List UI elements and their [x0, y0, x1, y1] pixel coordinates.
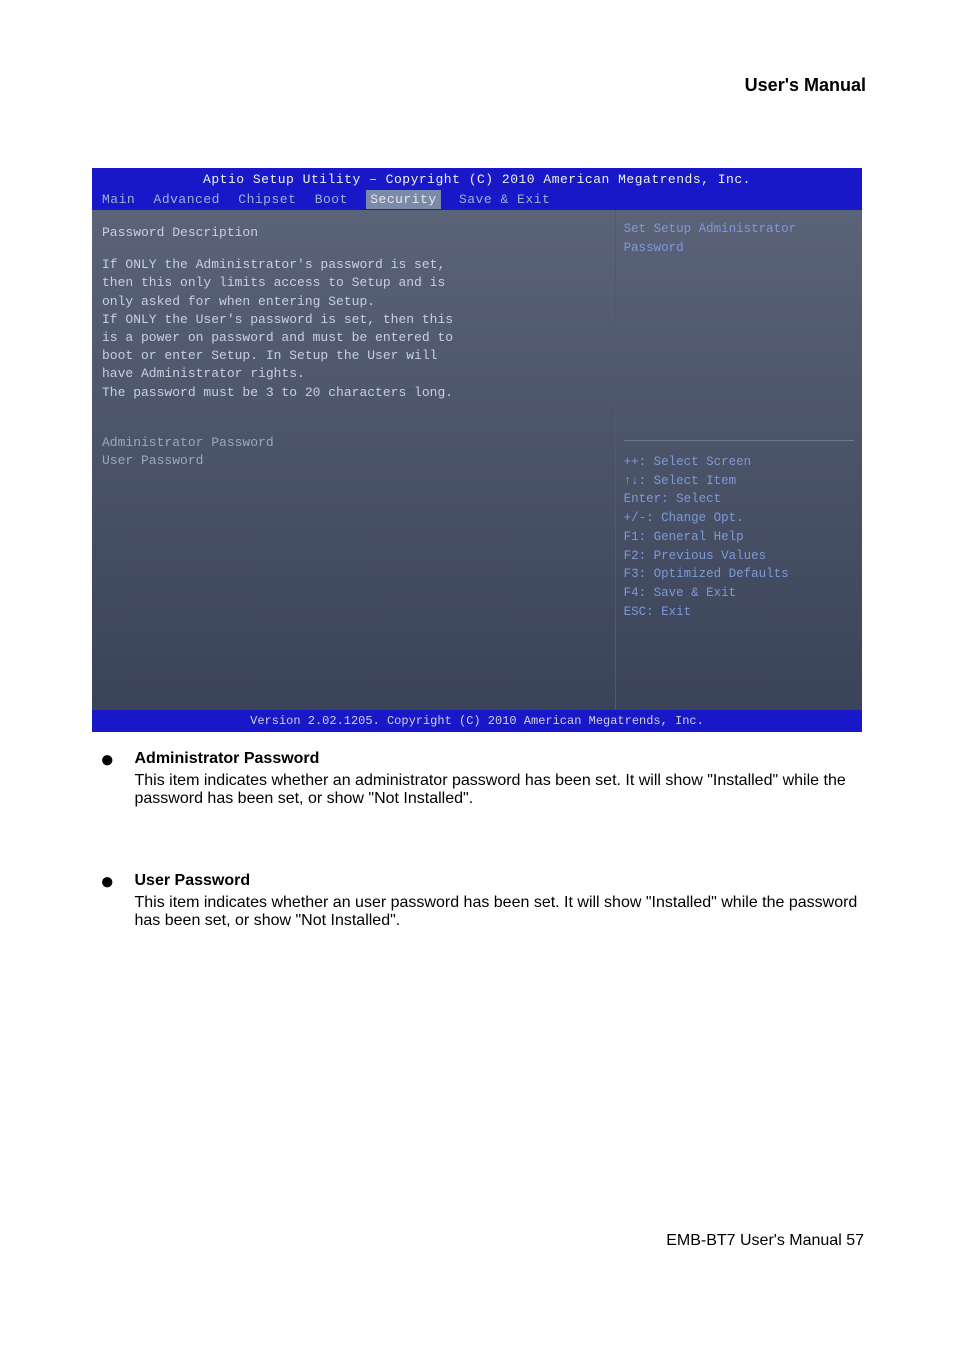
bullet-admin-password: ● Administrator Password This item indic…: [100, 750, 860, 808]
bullet-desc: This item indicates whether an user pass…: [135, 894, 861, 930]
desc-line: If ONLY the User's password is set, then…: [102, 311, 605, 329]
desc-line: boot or enter Setup. In Setup the User w…: [102, 347, 605, 365]
password-description-heading: Password Description: [102, 224, 605, 242]
key-hint: ↑↓: Select Item: [624, 472, 854, 491]
bios-menu-bar: Main Advanced Chipset Boot Security Save…: [92, 189, 862, 210]
menu-advanced[interactable]: Advanced: [154, 192, 220, 207]
menu-chipset[interactable]: Chipset: [238, 192, 296, 207]
bios-screenshot: Aptio Setup Utility – Copyright (C) 2010…: [92, 168, 862, 731]
desc-line: have Administrator rights.: [102, 365, 605, 383]
desc-line: is a power on password and must be enter…: [102, 329, 605, 347]
key-hint: +/-: Change Opt.: [624, 509, 854, 528]
bullet-title: User Password: [135, 872, 861, 890]
desc-line: only asked for when entering Setup.: [102, 293, 605, 311]
bios-right-panel: Set Setup Administrator Password ++: Sel…: [616, 210, 862, 710]
page-footer: EMB-BT7 User's Manual 57: [666, 1232, 864, 1250]
key-hint: ++: Select Screen: [624, 453, 854, 472]
bullet-title: Administrator Password: [135, 750, 861, 768]
key-hint: ESC: Exit: [624, 603, 854, 622]
bios-left-panel: Password Description If ONLY the Adminis…: [92, 210, 616, 710]
bios-help-top: Set Setup Administrator Password: [624, 220, 854, 441]
bullet-user-password: ● User Password This item indicates whet…: [100, 872, 860, 930]
bullet-icon: ●: [100, 872, 115, 930]
bios-title: Aptio Setup Utility – Copyright (C) 2010…: [92, 168, 862, 189]
key-hint: Enter: Select: [624, 490, 854, 509]
bullet-section: ● Administrator Password This item indic…: [100, 750, 860, 994]
menu-boot[interactable]: Boot: [315, 192, 348, 207]
help-line: Set Setup Administrator: [624, 220, 854, 239]
administrator-password-item[interactable]: Administrator Password: [102, 434, 605, 452]
menu-main[interactable]: Main: [102, 192, 135, 207]
desc-line: then this only limits access to Setup an…: [102, 274, 605, 292]
key-hint: F3: Optimized Defaults: [624, 565, 854, 584]
page-header: User's Manual: [745, 75, 866, 96]
desc-line: If ONLY the Administrator's password is …: [102, 256, 605, 274]
bios-key-legend: ++: Select Screen ↑↓: Select Item Enter:…: [624, 441, 854, 622]
key-hint: F4: Save & Exit: [624, 584, 854, 603]
desc-line: The password must be 3 to 20 characters …: [102, 384, 605, 402]
help-line: Password: [624, 239, 854, 258]
bios-version-footer: Version 2.02.1205. Copyright (C) 2010 Am…: [92, 710, 862, 732]
bullet-icon: ●: [100, 750, 115, 808]
key-hint: F2: Previous Values: [624, 547, 854, 566]
bios-body: Password Description If ONLY the Adminis…: [92, 210, 862, 710]
menu-security[interactable]: Security: [366, 190, 440, 209]
bullet-desc: This item indicates whether an administr…: [135, 772, 861, 808]
key-hint: F1: General Help: [624, 528, 854, 547]
user-password-item[interactable]: User Password: [102, 452, 605, 470]
menu-save-exit[interactable]: Save & Exit: [459, 192, 550, 207]
